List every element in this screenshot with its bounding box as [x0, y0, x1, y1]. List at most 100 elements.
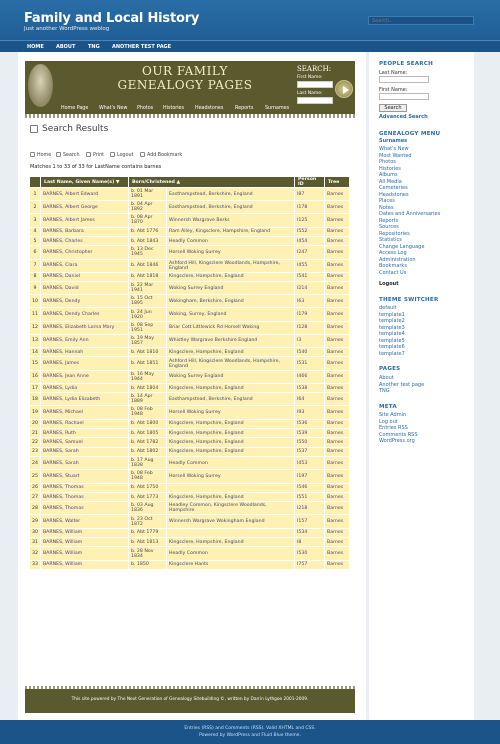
meta-link-4[interactable]: WordPress.org	[379, 438, 415, 444]
tree-link[interactable]: Barnes	[324, 333, 350, 349]
birth-place-link[interactable]: Kingsclere, Hampshire, England	[165, 271, 296, 283]
birth-place-link[interactable]: Kingsclere, Hampshire, England	[165, 537, 296, 548]
tree-link[interactable]: Barnes	[324, 356, 350, 371]
birth-place-link[interactable]: Kingsclere, Hampshire, England	[165, 347, 296, 358]
banner-go-button[interactable]	[335, 80, 353, 98]
person-name-link[interactable]: BARNES, Lydia Elizabeth	[39, 392, 129, 407]
genealogy-menu-item-7[interactable]: Headstones	[379, 192, 409, 198]
person-name-link[interactable]: BARNES, Samuel	[39, 437, 129, 448]
theme-item-7[interactable]: template7	[379, 351, 405, 357]
birth-place-link[interactable]: Whistley Wargrave Berkshire England	[165, 333, 296, 349]
person-name-link[interactable]: BARNES, Lydia	[39, 382, 129, 394]
person-name-link[interactable]: BARNES, Rachael	[39, 418, 129, 429]
birth-place-link[interactable]: Easthampstead, Berkshire, England	[165, 392, 296, 407]
banner-menu-whats-new[interactable]: What's New	[99, 106, 127, 111]
banner-menu-reports[interactable]: Reports	[235, 106, 253, 111]
tree-link[interactable]: Barnes	[324, 446, 350, 458]
person-name-link[interactable]: BARNES, William	[39, 537, 129, 548]
meta-link-1[interactable]: Log out	[379, 419, 398, 425]
tree-link[interactable]: Barnes	[324, 369, 350, 384]
person-name-link[interactable]: BARNES, Thomas	[39, 482, 129, 493]
genealogy-menu-item-11[interactable]: Reports	[379, 218, 398, 224]
genealogy-menu-item-4[interactable]: Albums	[379, 172, 398, 178]
toolbar-search[interactable]: Search	[56, 152, 79, 158]
birth-place-link[interactable]: Ashford Hill, Kingsclere Woodlands, Hamp…	[165, 356, 296, 371]
tree-link[interactable]: Barnes	[324, 491, 350, 503]
birth-place-link[interactable]: Easthampstead, Berkshire, England	[165, 200, 296, 215]
person-name-link[interactable]: BARNES, William	[39, 527, 129, 539]
birth-place-link[interactable]: Briar Cott Littlewick Rd Horsell Woking	[165, 320, 296, 335]
birth-place-link[interactable]: Easthampstead, Berkshire, England	[165, 186, 296, 202]
tree-link[interactable]: Barnes	[324, 405, 350, 420]
meta-link-3[interactable]: Comments RSS	[379, 432, 418, 438]
person-name-link[interactable]: BARNES, Michael	[39, 405, 129, 420]
genealogy-menu-item-6[interactable]: Cemeteries	[379, 185, 408, 191]
person-name-link[interactable]: BARNES, Elizabeth Lorna Mary	[39, 320, 129, 335]
birth-place-link[interactable]: Kingsclere, Hampshire, England	[165, 418, 296, 429]
tree-link[interactable]: Barnes	[324, 281, 350, 296]
person-name-link[interactable]: BARNES, James	[39, 356, 129, 371]
birth-place-link[interactable]: Wokingham, Berkshire, England	[165, 294, 296, 309]
person-name-link[interactable]: BARNES, Albert Edward	[39, 186, 129, 202]
person-name-link[interactable]: BARNES, Walter	[39, 514, 129, 529]
tree-link[interactable]: Barnes	[324, 271, 350, 283]
genealogy-menu-item-19[interactable]: Contact Us	[379, 270, 406, 276]
meta-link-0[interactable]: Site Admin	[379, 412, 406, 418]
banner-menu-surnames[interactable]: Surnames	[265, 106, 289, 111]
genealogy-menu-item-8[interactable]: Places	[379, 198, 395, 204]
person-name-link[interactable]: BARNES, Albert George	[39, 200, 129, 215]
page-link-2[interactable]: TNG	[379, 388, 390, 394]
nav-home[interactable]: HOME	[27, 44, 44, 50]
tree-link[interactable]: Barnes	[324, 559, 350, 571]
tree-link[interactable]: Barnes	[324, 418, 350, 429]
birth-place-link[interactable]: Winnersh Wargrave Berks	[165, 213, 296, 228]
sidebar-search-button[interactable]: Search	[379, 104, 407, 112]
tree-link[interactable]: Barnes	[324, 307, 350, 322]
tree-link[interactable]: Barnes	[324, 258, 350, 273]
tree-link[interactable]: Barnes	[324, 226, 350, 237]
person-name-link[interactable]: BARNES, Daniel	[39, 271, 129, 283]
logout-link[interactable]: Logout	[379, 281, 399, 287]
genealogy-menu-item-0[interactable]: What's New	[379, 146, 409, 152]
advanced-search-link[interactable]: Advanced Search	[379, 114, 428, 120]
meta-link-2[interactable]: Entries RSS	[379, 425, 408, 431]
birth-place-link[interactable]: Woking, Surrey, England	[165, 307, 296, 322]
genealogy-menu-item-18[interactable]: Bookmarks	[379, 263, 407, 269]
genealogy-menu-item-17[interactable]: Administration	[379, 257, 416, 263]
theme-item-0[interactable]: default	[379, 305, 397, 311]
genealogy-menu-item-2[interactable]: Photos	[379, 159, 396, 165]
person-name-link[interactable]: BARNES, Jean Anne	[39, 369, 129, 384]
birth-place-link[interactable]: Kingsclere, Hampshire, England	[165, 427, 296, 439]
theme-item-2[interactable]: template2	[379, 318, 405, 324]
genealogy-menu-item-13[interactable]: Repositories	[379, 231, 410, 237]
genealogy-menu-item-1[interactable]: Most Wanted	[379, 153, 412, 159]
banner-first-name-input[interactable]	[297, 81, 333, 88]
tree-link[interactable]: Barnes	[324, 546, 350, 561]
person-name-link[interactable]: BARNES, William	[39, 559, 129, 571]
genealogy-menu-item-14[interactable]: Statistics	[379, 237, 402, 243]
tree-link[interactable]: Barnes	[324, 392, 350, 407]
banner-menu-histories[interactable]: Histories	[163, 106, 184, 111]
birth-place-link[interactable]: Kingsclere, Hampshire, England	[165, 382, 296, 394]
tree-link[interactable]: Barnes	[324, 469, 350, 484]
tree-link[interactable]: Barnes	[324, 382, 350, 394]
theme-item-3[interactable]: template3	[379, 325, 405, 331]
site-search-input[interactable]	[368, 16, 474, 25]
genealogy-menu-item-15[interactable]: Change Language	[379, 244, 424, 250]
birth-place-link[interactable]: Woking Surrey England	[165, 281, 296, 296]
person-name-link[interactable]: BARNES, Charles	[39, 235, 129, 247]
genealogy-menu-item-12[interactable]: Sources	[379, 224, 399, 230]
birth-place-link[interactable]: Kingsclere, Hampshire, England	[165, 437, 296, 448]
tree-link[interactable]: Barnes	[324, 501, 350, 516]
col-born[interactable]: Born/Christened ▲	[127, 176, 296, 188]
toolbar-home[interactable]: Home	[30, 152, 51, 158]
banner-last-name-input[interactable]	[297, 97, 333, 104]
birth-place-link[interactable]: Horsell Woking Surrey	[165, 245, 296, 260]
birth-place-link[interactable]	[165, 527, 296, 539]
sidebar-last-name-input[interactable]	[379, 76, 429, 83]
tree-link[interactable]: Barnes	[324, 200, 350, 215]
birth-place-link[interactable]: Ram Alley, Kingsclere, Hampshire, Englan…	[165, 226, 296, 237]
birth-place-link[interactable]: Ashford Hill, Kingsclere Woodlands, Hamp…	[165, 258, 296, 273]
genealogy-menu-item-5[interactable]: All Media	[379, 179, 402, 185]
tree-link[interactable]: Barnes	[324, 527, 350, 539]
